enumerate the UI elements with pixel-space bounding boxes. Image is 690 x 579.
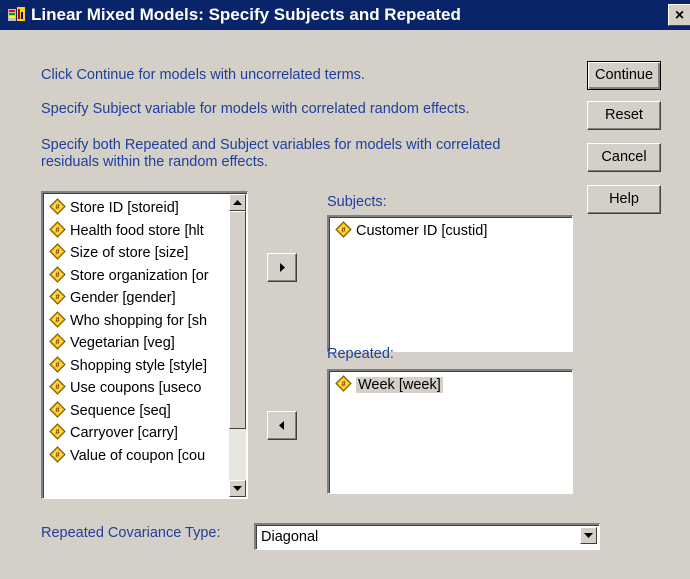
list-item-label: Who shopping for [sh xyxy=(70,312,208,329)
scale-variable-icon: # xyxy=(335,375,352,392)
subjects-listbox[interactable]: # Customer ID [custid] xyxy=(327,215,573,352)
instruction-repeated-line1: Specify both Repeated and Subject variab… xyxy=(41,137,501,153)
list-item-label: Sequence [seq] xyxy=(70,402,171,419)
help-button[interactable]: Help xyxy=(587,185,661,214)
covariance-type-value: Diagonal xyxy=(261,529,319,545)
list-item[interactable]: # Week [week] xyxy=(335,374,443,396)
list-item[interactable]: # Health food store [hlt xyxy=(49,220,204,242)
scale-variable-icon: # xyxy=(49,378,66,395)
triangle-up-icon xyxy=(233,200,242,205)
covariance-type-select[interactable]: Diagonal xyxy=(254,523,600,550)
svg-text:#: # xyxy=(55,225,60,234)
svg-text:#: # xyxy=(55,338,60,347)
dropdown-button[interactable] xyxy=(580,527,597,544)
svg-text:#: # xyxy=(341,226,346,235)
svg-text:#: # xyxy=(55,248,60,257)
variables-scrollbar[interactable] xyxy=(229,194,246,497)
scale-variable-icon: # xyxy=(49,198,66,215)
list-item[interactable]: # Use coupons [useco xyxy=(49,377,201,399)
variables-listbox[interactable]: # Store ID [storeid] # Health food store [h… xyxy=(41,191,248,499)
triangle-down-icon xyxy=(233,486,242,491)
list-item[interactable]: # Who shopping for [sh xyxy=(49,310,207,332)
arrow-right-icon xyxy=(280,263,285,272)
list-item[interactable]: # Carryover [carry] xyxy=(49,422,178,444)
subjects-label: Subjects: xyxy=(327,194,387,210)
svg-text:#: # xyxy=(55,405,60,414)
list-item-label: Use coupons [useco xyxy=(70,380,202,396)
svg-text:#: # xyxy=(55,450,60,459)
svg-text:#: # xyxy=(341,380,346,389)
continue-button[interactable]: Continue xyxy=(587,61,661,90)
spss-app-icon xyxy=(8,7,25,21)
scale-variable-icon: # xyxy=(49,400,66,418)
list-item-label: Week [week] xyxy=(356,377,443,393)
instruction-subject: Specify Subject variable for models with… xyxy=(41,101,470,117)
scroll-down-button[interactable] xyxy=(229,480,246,497)
instruction-repeated-line2: residuals within the random effects. xyxy=(41,154,269,170)
scroll-thumb[interactable] xyxy=(229,211,246,429)
svg-text:#: # xyxy=(55,383,60,392)
covariance-type-label: Repeated Covariance Type: xyxy=(41,525,221,541)
chevron-down-icon xyxy=(584,533,593,538)
svg-text:#: # xyxy=(55,360,60,369)
scale-variable-icon: # xyxy=(49,220,66,238)
scale-variable-icon: # xyxy=(49,265,66,283)
list-item[interactable]: # Shopping style [style] xyxy=(49,355,207,377)
list-item[interactable]: # Gender [gender] xyxy=(49,287,176,309)
scale-variable-icon: # xyxy=(49,310,66,328)
window-title: Linear Mixed Models: Specify Subjects an… xyxy=(31,5,461,24)
repeated-label: Repeated: xyxy=(327,346,394,362)
scale-variable-icon: # xyxy=(49,423,66,440)
list-item-label: Store organization [or xyxy=(70,267,209,284)
list-item[interactable]: # Value of coupon [cou xyxy=(49,445,205,467)
svg-text:#: # xyxy=(55,293,60,302)
list-item[interactable]: # Size of store [size] xyxy=(49,242,188,264)
dialog-window: Linear Mixed Models: Specify Subjects an… xyxy=(0,0,690,579)
scale-variable-icon: # xyxy=(49,243,66,260)
list-item-label: Customer ID [custid] xyxy=(356,223,488,239)
svg-text:#: # xyxy=(55,270,60,279)
instruction-uncorrelated: Click Continue for models with uncorrela… xyxy=(41,67,365,83)
move-from-repeated-button[interactable] xyxy=(267,411,297,440)
arrow-left-icon xyxy=(279,421,284,430)
scroll-up-button[interactable] xyxy=(229,194,246,211)
reset-button[interactable]: Reset xyxy=(587,101,661,130)
list-item-label: Store ID [storeid] xyxy=(70,200,179,216)
scale-variable-icon: # xyxy=(49,445,66,463)
close-icon: × xyxy=(674,7,685,24)
list-item-label: Health food store [hlt xyxy=(70,222,204,239)
svg-text:#: # xyxy=(55,428,60,437)
list-item-label: Value of coupon [cou xyxy=(70,447,206,464)
cancel-button[interactable]: Cancel xyxy=(587,143,661,172)
list-item[interactable]: # Store organization [or xyxy=(49,265,209,287)
list-item-label: Shopping style [style] xyxy=(70,357,208,374)
scale-variable-icon: # xyxy=(49,288,66,305)
list-item[interactable]: # Sequence [seq] xyxy=(49,400,171,422)
list-item-label: Size of store [size] xyxy=(70,245,189,261)
repeated-listbox[interactable]: # Week [week] xyxy=(327,369,573,494)
svg-text:#: # xyxy=(55,203,60,212)
svg-text:#: # xyxy=(55,315,60,324)
scale-variable-icon: # xyxy=(335,221,352,238)
list-item-label: Carryover [carry] xyxy=(70,425,178,441)
list-item[interactable]: # Store ID [storeid] xyxy=(49,197,179,219)
list-item[interactable]: # Customer ID [custid] xyxy=(335,220,487,242)
list-item-label: Vegetarian [veg] xyxy=(70,335,175,351)
move-to-subjects-button[interactable] xyxy=(267,253,297,282)
list-item[interactable]: # Vegetarian [veg] xyxy=(49,332,175,354)
scale-variable-icon: # xyxy=(49,355,66,373)
list-item-label: Gender [gender] xyxy=(70,290,176,306)
close-button[interactable]: × xyxy=(668,4,690,26)
title-bar: Linear Mixed Models: Specify Subjects an… xyxy=(0,0,690,30)
scale-variable-icon: # xyxy=(49,333,66,350)
